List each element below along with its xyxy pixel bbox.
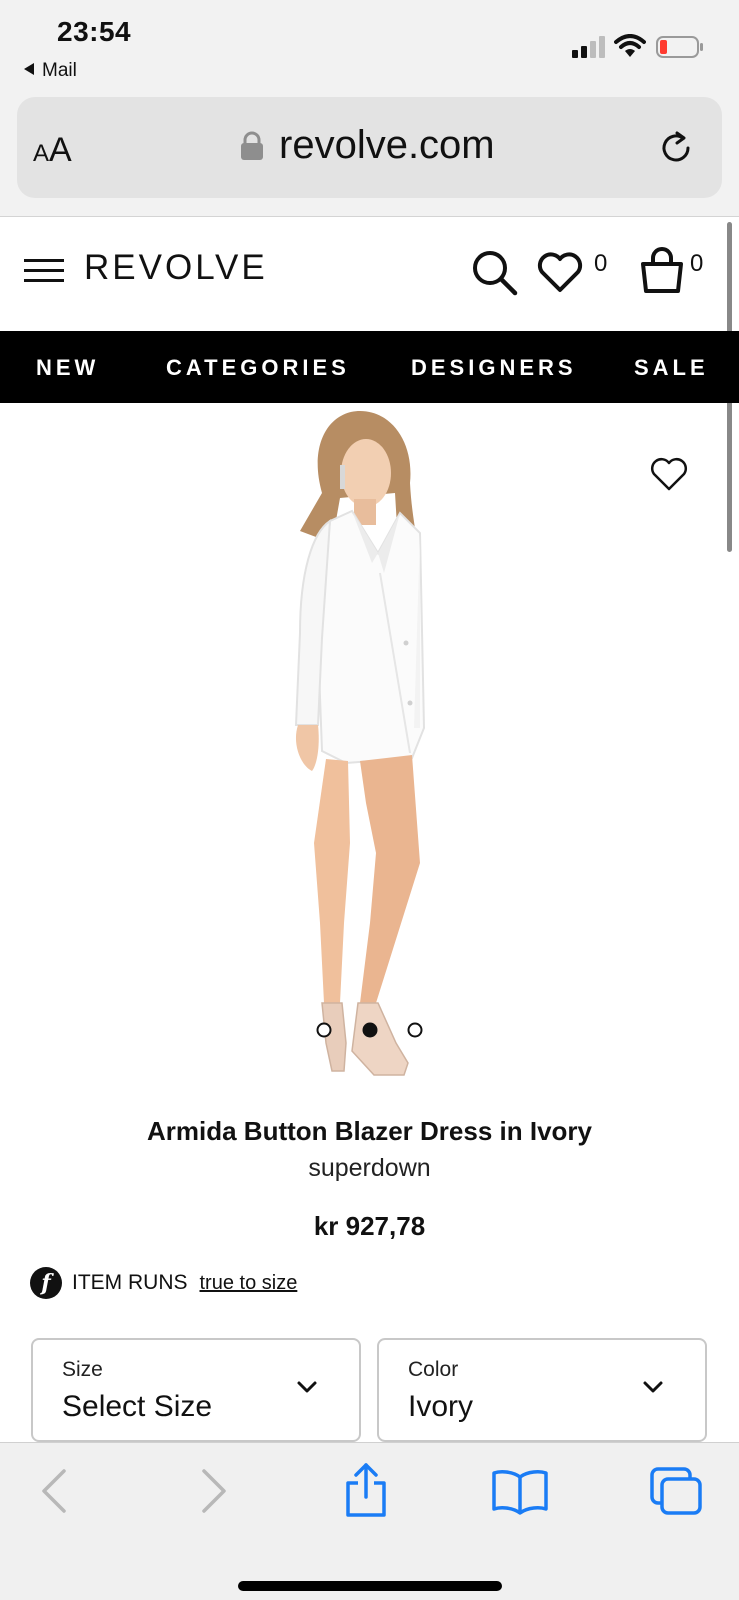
product-wishlist-icon[interactable] xyxy=(650,456,688,492)
category-nav: NEW CATEGORIES DESIGNERS SALE xyxy=(0,331,739,403)
nav-item-new[interactable]: NEW xyxy=(36,355,99,381)
product-brand[interactable]: superdown xyxy=(0,1154,739,1183)
address-bar-area: AA revolve.com xyxy=(0,92,739,217)
reload-icon[interactable] xyxy=(655,127,697,169)
nav-item-sale[interactable]: SALE xyxy=(634,355,709,381)
url-text[interactable]: revolve.com xyxy=(279,123,495,168)
product-name: Armida Button Blazer Dress in Ivory xyxy=(147,1116,592,1146)
back-triangle-icon xyxy=(24,63,34,75)
image-carousel-dots[interactable] xyxy=(0,1020,739,1040)
fit-value-link[interactable]: true to size xyxy=(200,1272,298,1295)
wishlist-count: 0 xyxy=(594,250,608,277)
status-bar: 23:54 Mail xyxy=(0,0,739,92)
carousel-dot-1 xyxy=(316,1022,332,1038)
battery-icon xyxy=(656,36,703,58)
tabs-icon[interactable] xyxy=(648,1465,704,1517)
wishlist-icon[interactable] xyxy=(536,250,584,294)
back-chevron-icon[interactable] xyxy=(38,1467,70,1515)
wifi-icon xyxy=(614,34,646,57)
chevron-down-icon xyxy=(643,1381,663,1393)
size-select-value: Select Size xyxy=(62,1390,213,1423)
shopping-bag-icon[interactable] xyxy=(638,244,686,294)
forward-chevron-icon[interactable] xyxy=(198,1467,230,1515)
address-bar[interactable]: AA revolve.com xyxy=(17,97,722,198)
bookmarks-icon[interactable] xyxy=(490,1467,550,1515)
color-select[interactable]: Color Ivory xyxy=(377,1338,707,1442)
color-select-label: Color xyxy=(408,1358,459,1381)
fit-predictor: f ITEM RUNS true to size xyxy=(30,1266,297,1300)
fit-label: ITEM RUNS xyxy=(72,1271,188,1294)
status-time: 23:54 xyxy=(57,16,132,47)
site-logo[interactable]: REVOLVE xyxy=(84,248,268,288)
site-header: REVOLVE 0 0 xyxy=(0,218,739,331)
home-indicator[interactable] xyxy=(238,1581,502,1591)
search-icon[interactable] xyxy=(470,248,520,298)
browser-toolbar xyxy=(0,1442,739,1600)
fit-predictor-icon: f xyxy=(30,1267,62,1299)
nav-item-categories[interactable]: CATEGORIES xyxy=(166,355,350,381)
color-select-value: Ivory xyxy=(408,1390,474,1423)
back-app-label: Mail xyxy=(42,60,77,81)
menu-icon[interactable] xyxy=(24,259,64,287)
back-to-app-link[interactable]: Mail xyxy=(24,60,77,82)
lock-icon xyxy=(241,131,263,160)
bag-count: 0 xyxy=(690,250,704,277)
text-size-button[interactable]: AA xyxy=(33,131,72,170)
carousel-dot-2-active xyxy=(362,1022,378,1038)
size-select[interactable]: Size Select Size xyxy=(31,1338,361,1442)
product-price: kr 927,78 xyxy=(313,1211,426,1241)
signal-icon xyxy=(572,36,605,58)
share-icon[interactable] xyxy=(342,1461,390,1519)
nav-item-designers[interactable]: DESIGNERS xyxy=(411,355,577,381)
product-image[interactable] xyxy=(0,403,739,1103)
size-select-label: Size xyxy=(62,1358,103,1381)
carousel-dot-3 xyxy=(407,1022,423,1038)
chevron-down-icon xyxy=(297,1381,317,1393)
